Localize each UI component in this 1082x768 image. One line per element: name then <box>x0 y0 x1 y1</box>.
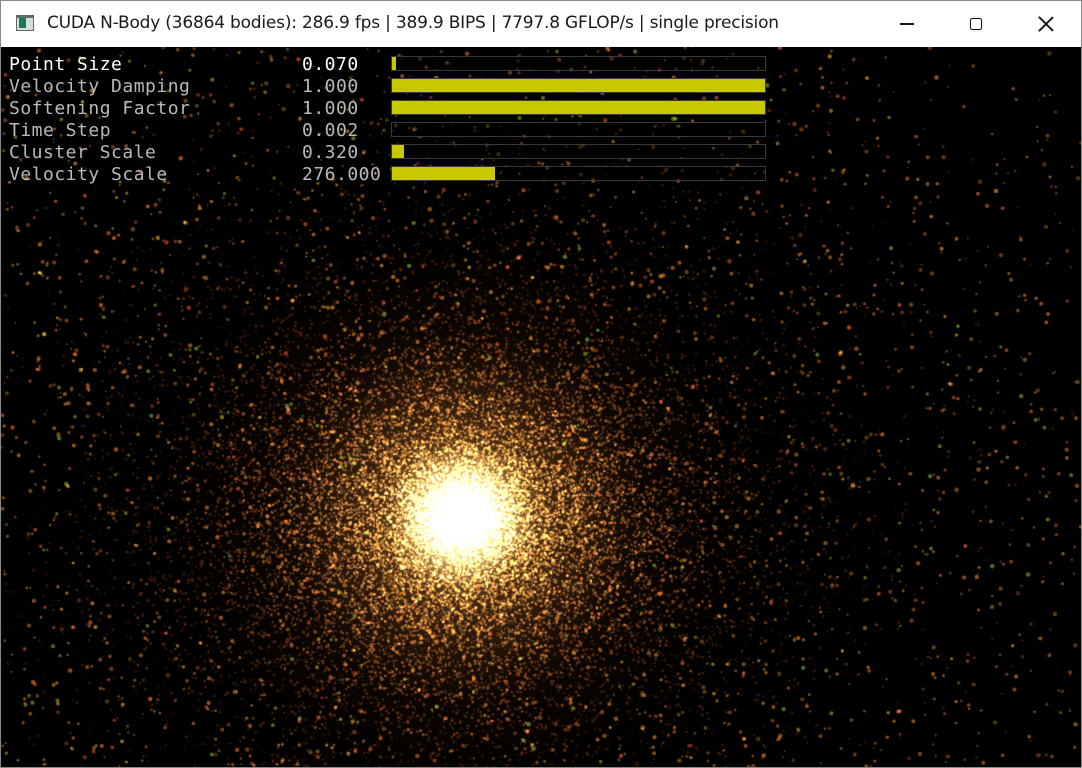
param-row-time-step[interactable]: Time Step 0.002 <box>9 120 769 142</box>
app-window-icon <box>16 15 34 31</box>
slider-fill <box>392 101 765 114</box>
slider-fill <box>392 57 396 70</box>
minimize-icon <box>900 23 914 25</box>
maximize-icon <box>970 18 982 30</box>
param-row-softening-factor[interactable]: Softening Factor 1.000 <box>9 98 769 120</box>
maximize-button[interactable] <box>941 1 1011 47</box>
velocity-scale-slider[interactable] <box>391 166 766 181</box>
slider-fill <box>392 167 495 180</box>
param-label: Time Step <box>9 120 112 141</box>
param-value: 276.000 <box>302 164 382 185</box>
param-label: Softening Factor <box>9 98 191 119</box>
cluster-scale-slider[interactable] <box>391 144 766 159</box>
velocity-damping-slider[interactable] <box>391 78 766 93</box>
param-label: Point Size <box>9 54 123 75</box>
param-row-velocity-damping[interactable]: Velocity Damping 1.000 <box>9 76 769 98</box>
slider-fill <box>392 79 765 92</box>
param-label: Cluster Scale <box>9 142 157 163</box>
close-button[interactable] <box>1011 1 1081 47</box>
param-value: 0.070 <box>302 54 359 75</box>
softening-factor-slider[interactable] <box>391 100 766 115</box>
minimize-button[interactable] <box>872 1 942 47</box>
time-step-slider[interactable] <box>391 122 766 137</box>
param-row-cluster-scale[interactable]: Cluster Scale 0.320 <box>9 142 769 164</box>
close-icon <box>1038 16 1054 32</box>
app-window: CUDA N-Body (36864 bodies): 286.9 fps | … <box>0 0 1082 768</box>
param-label: Velocity Scale <box>9 164 168 185</box>
param-label: Velocity Damping <box>9 76 191 97</box>
param-value: 1.000 <box>302 76 359 97</box>
simulation-viewport[interactable]: Point Size 0.070 Velocity Damping 1.000 … <box>1 47 1081 767</box>
param-row-point-size[interactable]: Point Size 0.070 <box>9 54 769 76</box>
param-value: 0.002 <box>302 120 359 141</box>
title-bar[interactable]: CUDA N-Body (36864 bodies): 286.9 fps | … <box>1 1 1081 47</box>
param-row-velocity-scale[interactable]: Velocity Scale 276.000 <box>9 164 769 186</box>
window-title: CUDA N-Body (36864 bodies): 286.9 fps | … <box>47 13 779 33</box>
param-value: 1.000 <box>302 98 359 119</box>
slider-fill <box>392 145 404 158</box>
param-value: 0.320 <box>302 142 359 163</box>
point-size-slider[interactable] <box>391 56 766 71</box>
